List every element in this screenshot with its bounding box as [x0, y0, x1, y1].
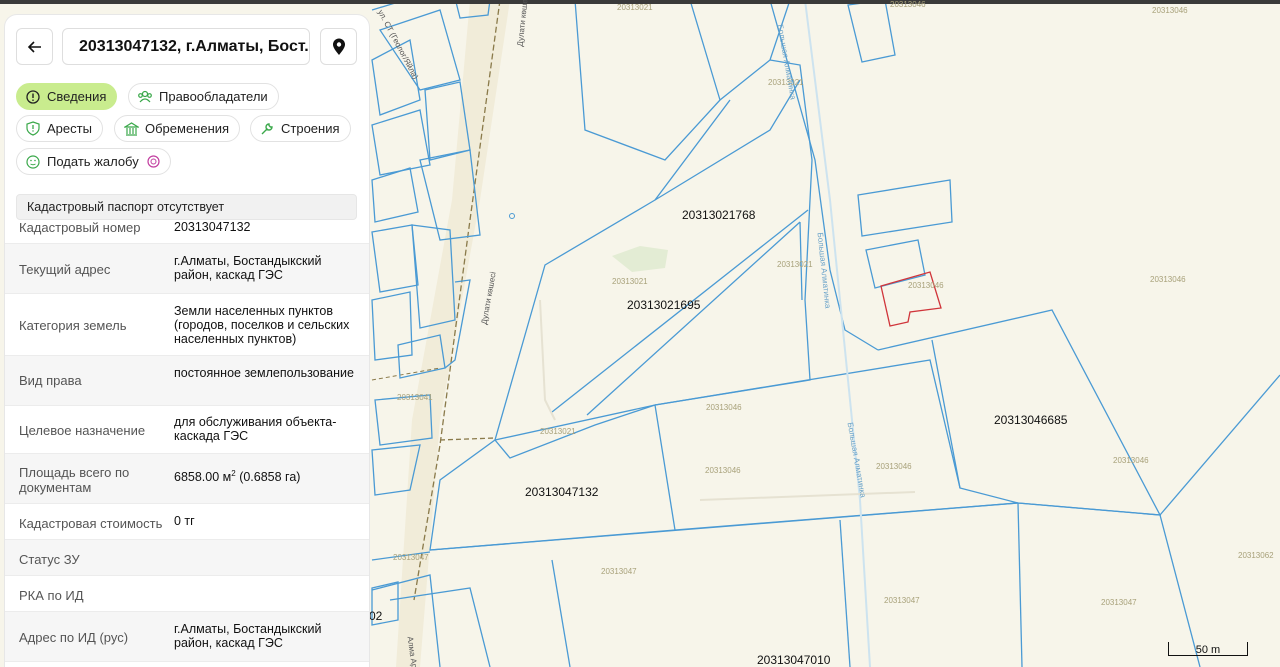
tab-owners[interactable]: Правообладатели	[128, 83, 279, 110]
parcel-label[interactable]: 20313021695	[627, 298, 700, 312]
tab-label: Подать жалобу	[47, 154, 139, 169]
parcel-label[interactable]: 20313047010	[757, 653, 830, 667]
wrench-icon	[259, 121, 275, 137]
bank-icon	[123, 121, 139, 137]
quarter-label: 20313047	[1101, 598, 1137, 607]
tab-encumbrances[interactable]: Обременения	[114, 115, 241, 142]
parcel-label[interactable]: 20313046685	[994, 413, 1067, 427]
tab-arrests[interactable]: Аресты	[16, 115, 103, 142]
tab-complaint[interactable]: Подать жалобу	[16, 148, 171, 175]
smile-icon	[25, 154, 41, 170]
quarter-label: 20313047	[393, 553, 429, 562]
quarter-label: 20313046	[706, 403, 742, 412]
map-scale-bar: 50 m	[1168, 642, 1248, 656]
locate-button[interactable]	[320, 28, 357, 65]
quarter-label: 20313047	[884, 596, 920, 605]
chat-bubble-icon	[147, 155, 160, 168]
panel-header: 20313047132, г.Алматы, Бост...	[16, 28, 357, 65]
quarter-label: 20313021	[540, 427, 576, 436]
quarter-label: 20313046	[1152, 6, 1188, 15]
info-circle-icon	[25, 89, 41, 105]
tab-label: Сведения	[47, 89, 107, 104]
quarter-label: 20313021	[777, 260, 813, 269]
arrow-left-icon	[27, 40, 41, 53]
parcel-label[interactable]: 20313021768	[682, 208, 755, 222]
cadastral-passport-notice: Кадастровый паспорт отсутствует	[16, 194, 357, 220]
quarter-label: 20313062	[1238, 551, 1274, 560]
table-row: Статус ЗУ	[5, 540, 369, 576]
quarter-label: 20313047	[601, 567, 637, 576]
quarter-label: 20313021	[612, 277, 648, 286]
quarter-label: 20313021	[617, 3, 653, 12]
tab-label: Правообладатели	[159, 89, 268, 104]
parcel-info-panel: 20313047132, г.Алматы, Бост... Сведения …	[5, 15, 369, 667]
table-row: Текущий адрес г.Алматы, Бостандыкский ра…	[5, 244, 369, 294]
tab-label: Аресты	[47, 121, 92, 136]
back-button[interactable]	[16, 28, 53, 65]
table-row: Категория земель Земли населенных пункто…	[5, 294, 369, 356]
tab-label: Строения	[281, 121, 340, 136]
table-row: Площадь всего по документам 6858.00 м2 (…	[5, 454, 369, 504]
table-row: Кадастровая стоимость 0 тг	[5, 504, 369, 540]
quarter-label: 20313046	[1150, 275, 1186, 284]
parcel-label[interactable]: 20313047132	[525, 485, 598, 499]
quarter-label: 20313046	[908, 281, 944, 290]
map-pin-icon	[332, 38, 345, 55]
quarter-label: 20313046	[705, 466, 741, 475]
parcel-title[interactable]: 20313047132, г.Алматы, Бост...	[62, 28, 310, 65]
table-row: РКА по ИД	[5, 576, 369, 612]
quarter-label: 20313046	[876, 462, 912, 471]
table-row: Вид права постоянное землепользование	[5, 356, 369, 406]
tab-label: Обременения	[145, 121, 230, 136]
parcel-label[interactable]: 02	[369, 609, 382, 623]
quarter-label: 20313046	[1113, 456, 1149, 465]
tab-info[interactable]: Сведения	[16, 83, 118, 110]
table-row: Адрес по ИД (рус) г.Алматы, Бостандыкски…	[5, 612, 369, 662]
table-row: Целевое назначение для обслуживания объе…	[5, 406, 369, 454]
tab-buildings[interactable]: Строения	[250, 115, 351, 142]
quarter-label: 20313041	[397, 393, 433, 402]
users-icon	[137, 89, 153, 105]
shield-icon	[25, 121, 41, 137]
quarter-label: 20313046	[890, 0, 926, 9]
area-value: 6858.00 м2 (0.6858 га)	[174, 469, 301, 485]
